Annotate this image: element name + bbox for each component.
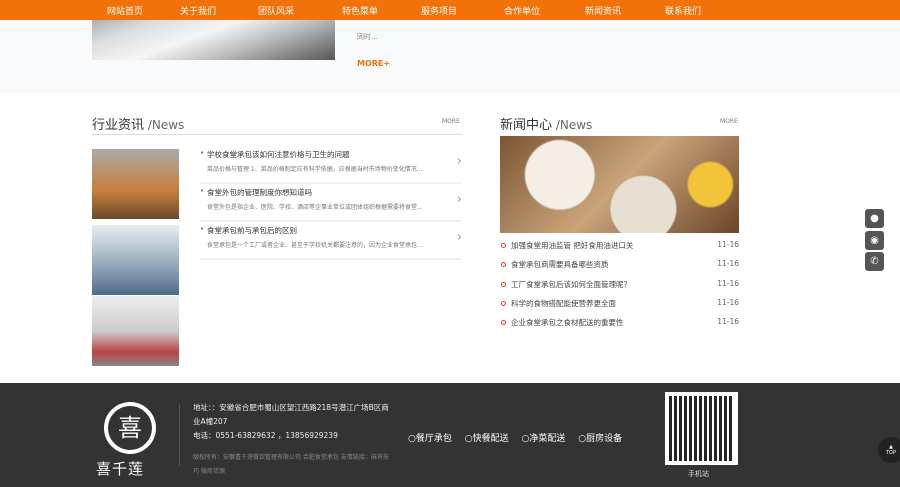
bullet-icon: • (200, 187, 205, 195)
chevron-right-icon: › (456, 230, 462, 245)
nav-news[interactable]: 新闻资讯 (585, 4, 621, 17)
more-link[interactable]: MORE+ (357, 59, 390, 68)
bullet-icon: • (200, 149, 205, 157)
phone: 电话：0551-63829632 ，13856929239 (193, 431, 338, 440)
footer-links: ○餐厅承包 ○快餐配送 ○净菜配送 ○厨房设备 (408, 431, 632, 444)
qr-label: 手机站 (688, 470, 709, 478)
nav-menu[interactable]: 特色菜单 (342, 4, 378, 17)
nav-contact[interactable]: 联系我们 (665, 4, 701, 17)
phone-icon[interactable]: ✆ (865, 252, 884, 271)
news-thumb[interactable] (92, 296, 179, 366)
wechat-icon[interactable]: ◉ (865, 231, 884, 250)
chevron-right-icon: › (456, 192, 462, 207)
circle-bullet-icon (501, 301, 506, 306)
news-item[interactable]: • 学校食堂承包该如何注意价格与卫生的问题 菜品价格与管理 1、菜品价格制定应有科学… (200, 146, 462, 184)
nav-about[interactable]: 关于我们 (180, 4, 216, 17)
food-image (500, 136, 739, 233)
footer-link[interactable]: ○厨房设备 (578, 434, 627, 444)
svg-text:喜: 喜 (118, 414, 142, 442)
intro-text: 同时... (357, 33, 378, 41)
copyright-line2: 巧 微商货源 (193, 468, 225, 475)
nav-team[interactable]: 团队风采 (258, 4, 294, 17)
footer-link[interactable]: ○净菜配送 (522, 434, 571, 444)
news-thumb[interactable] (92, 225, 179, 295)
circle-bullet-icon (501, 262, 506, 267)
address: 地址：：安徽省合肥市蜀山区望江西路218号潜江广场B区商 (193, 403, 389, 412)
industry-title: 行业资讯 /News (92, 118, 185, 133)
footer-link[interactable]: ○餐厅承包 (408, 434, 457, 444)
news-list-item[interactable]: 企业食堂承包之食材配送的重要性 11-16 (501, 317, 739, 328)
news-list-item[interactable]: 工厂食堂承包后该如何全面管理呢？ 11-16 (501, 279, 739, 290)
back-to-top-button[interactable]: ▲ TOP (878, 437, 900, 463)
copyright: 版权所有：安徽喜千莲餐饮管理有限公司 合肥食堂承包 友情链接：麻将技 (193, 454, 389, 461)
news-list-item[interactable]: 科学的食物搭配能使营养更全面 11-16 (501, 298, 739, 309)
logo-text: 喜千莲 (96, 460, 145, 478)
news-item[interactable]: • 食堂外包的管理制度你想知道吗 食堂外包是指企业、医院、学校、酒店等企事业单位或团… (200, 184, 462, 222)
circle-bullet-icon (501, 243, 506, 248)
qr-code (665, 392, 738, 465)
logo-icon: 喜 (104, 402, 156, 454)
news-thumb[interactable] (92, 149, 179, 219)
circle-bullet-icon (501, 282, 506, 287)
newscenter-more[interactable]: MORE (720, 118, 738, 125)
nav-partners[interactable]: 合作单位 (504, 4, 540, 17)
main-nav: 网站首页 关于我们 团队风采 特色菜单 服务项目 合作单位 新闻资讯 联系我们 (0, 0, 900, 20)
divider (92, 134, 462, 135)
industry-more[interactable]: MORE (442, 118, 460, 125)
news-item[interactable]: • 食堂承包前与承包后的区别 食堂承包是一个工厂或者企业、甚至于学校机关都要注意的，… (200, 222, 462, 260)
circle-bullet-icon (501, 320, 506, 325)
chevron-right-icon: › (456, 154, 462, 169)
qq-icon[interactable]: ● (865, 209, 884, 228)
address-line2: 业A幢207 (193, 417, 228, 426)
divider (179, 404, 180, 466)
nav-home[interactable]: 网站首页 (107, 4, 143, 17)
nav-services[interactable]: 服务项目 (421, 4, 457, 17)
footer-link[interactable]: ○快餐配送 (465, 434, 514, 444)
bullet-icon: • (200, 225, 205, 233)
newscenter-title: 新闻中心 /News (500, 118, 593, 133)
news-list-item[interactable]: 食堂承包商需要具备哪些资质 11-16 (501, 259, 739, 270)
news-list-item[interactable]: 加强食堂用油监管 把好食用油进口关 11-16 (501, 240, 739, 251)
